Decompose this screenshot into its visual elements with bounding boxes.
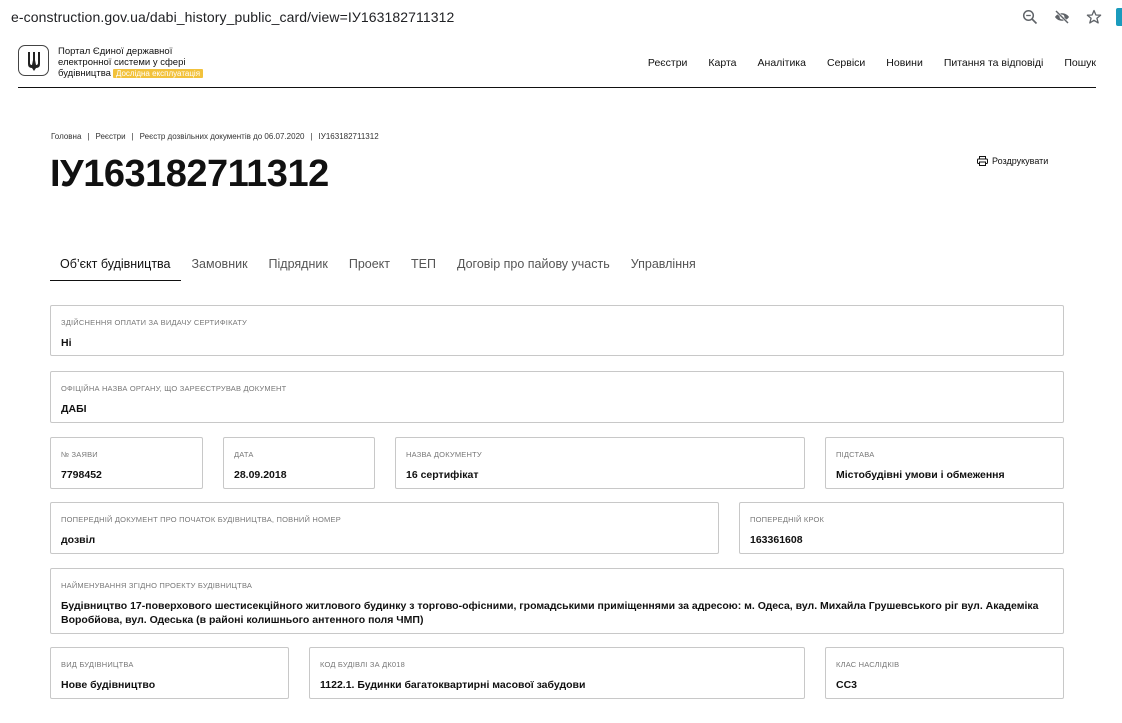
- field-value: 1122.1. Будинки багатоквартирні масової …: [320, 679, 586, 691]
- project-name-field: Найменування згідно проекту будівництва …: [50, 568, 1064, 634]
- portal-name[interactable]: Портал Єдиної державної електронної сист…: [58, 46, 238, 79]
- field-value: дозвіл: [61, 534, 96, 546]
- url-text[interactable]: e-construction.gov.ua/dabi_history_publi…: [11, 9, 454, 25]
- nav-item-search[interactable]: Пошук: [1064, 57, 1096, 69]
- tab-contractor[interactable]: Підрядник: [259, 255, 338, 281]
- field-label: Клас наслідків: [836, 660, 900, 669]
- star-icon[interactable]: [1086, 9, 1102, 25]
- field-label: Здійснення оплати за видачу сертифікату: [61, 318, 247, 327]
- page-title: ІУ163182711312: [50, 153, 329, 195]
- field-value: Містобудівні умови і обмеження: [836, 469, 1005, 481]
- beta-badge: Дослідна експлуатація: [112, 69, 204, 78]
- application-number-field: № заяви 7798452: [50, 437, 203, 489]
- field-value: Ні: [61, 337, 72, 349]
- zoom-icon[interactable]: [1022, 9, 1038, 25]
- tab-management[interactable]: Управління: [621, 255, 706, 281]
- previous-step-field: Попередній крок 163361608: [739, 502, 1064, 554]
- field-value: 163361608: [750, 534, 803, 546]
- breadcrumb-current: ІУ163182711312: [318, 132, 379, 141]
- tab-tep[interactable]: ТЕП: [401, 255, 446, 281]
- nav-item-analytics[interactable]: Аналітика: [758, 57, 806, 69]
- breadcrumb: Головна | Реєстри | Реєстр дозвільних до…: [51, 132, 379, 141]
- field-value: 28.09.2018: [234, 469, 287, 481]
- eye-off-icon[interactable]: [1054, 9, 1070, 25]
- field-label: Код будівлі за ДК018: [320, 660, 406, 669]
- field-value: Нове будівництво: [61, 679, 156, 691]
- field-label: Дата: [234, 450, 254, 459]
- previous-document-field: Попередній документ про початок будівниц…: [50, 502, 719, 554]
- field-label: Попередній крок: [750, 515, 825, 524]
- field-label: Назва документу: [406, 450, 482, 459]
- date-field: Дата 28.09.2018: [223, 437, 375, 489]
- site-header: Портал Єдиної державної електронної сист…: [18, 42, 1096, 88]
- field-label: Вид будівництва: [61, 660, 134, 669]
- printer-icon: [977, 156, 988, 166]
- field-label: Підстава: [836, 450, 875, 459]
- breadcrumb-registries[interactable]: Реєстри: [95, 132, 125, 141]
- field-value: Будівництво 17-поверхового шестисекційно…: [61, 600, 1039, 626]
- tab-project[interactable]: Проект: [339, 255, 400, 281]
- field-label: № заяви: [61, 450, 98, 459]
- construction-type-field: Вид будівництва Нове будівництво: [50, 647, 289, 699]
- nav-item-news[interactable]: Новини: [886, 57, 923, 69]
- breadcrumb-home[interactable]: Головна: [51, 132, 81, 141]
- print-label: Роздрукувати: [992, 156, 1049, 166]
- field-value: СС3: [836, 679, 858, 691]
- payment-field: Здійснення оплати за видачу сертифікату …: [50, 305, 1064, 356]
- breadcrumb-registry[interactable]: Реєстр дозвільних документів до 06.07.20…: [140, 132, 305, 141]
- tab-customer[interactable]: Замовник: [182, 255, 258, 281]
- field-value: 16 сертифікат: [406, 469, 479, 481]
- main-nav: Реєстри Карта Аналітика Сервіси Новини П…: [627, 57, 1096, 69]
- nav-item-services[interactable]: Сервіси: [827, 57, 865, 69]
- tab-bar: Об’єкт будівництва Замовник Підрядник Пр…: [50, 255, 707, 281]
- tab-equity-contract[interactable]: Договір про пайову участь: [447, 255, 620, 281]
- nav-item-faq[interactable]: Питання та відповіді: [944, 57, 1044, 69]
- consequence-class-field: Клас наслідків СС3: [825, 647, 1064, 699]
- print-button[interactable]: Роздрукувати: [977, 156, 1048, 166]
- field-label: Попередній документ про початок будівниц…: [61, 515, 341, 524]
- document-name-field: Назва документу 16 сертифікат: [395, 437, 805, 489]
- basis-field: Підстава Містобудівні умови і обмеження: [825, 437, 1064, 489]
- authority-field: Офіційна назва органу, що зареєстрував д…: [50, 371, 1064, 423]
- field-value: 7798452: [61, 469, 102, 481]
- nav-item-map[interactable]: Карта: [708, 57, 736, 69]
- field-value: ДАБІ: [61, 403, 87, 415]
- building-code-field: Код будівлі за ДК018 1122.1. Будинки баг…: [309, 647, 805, 699]
- browser-address-bar[interactable]: e-construction.gov.ua/dabi_history_publi…: [0, 0, 1122, 36]
- nav-item-registries[interactable]: Реєстри: [648, 57, 688, 69]
- extension-icon[interactable]: [1116, 8, 1122, 26]
- tab-object[interactable]: Об’єкт будівництва: [50, 255, 181, 281]
- field-label: Найменування згідно проекту будівництва: [61, 581, 253, 590]
- field-label: Офіційна назва органу, що зареєстрував д…: [61, 384, 287, 393]
- trident-logo-icon[interactable]: [18, 45, 49, 76]
